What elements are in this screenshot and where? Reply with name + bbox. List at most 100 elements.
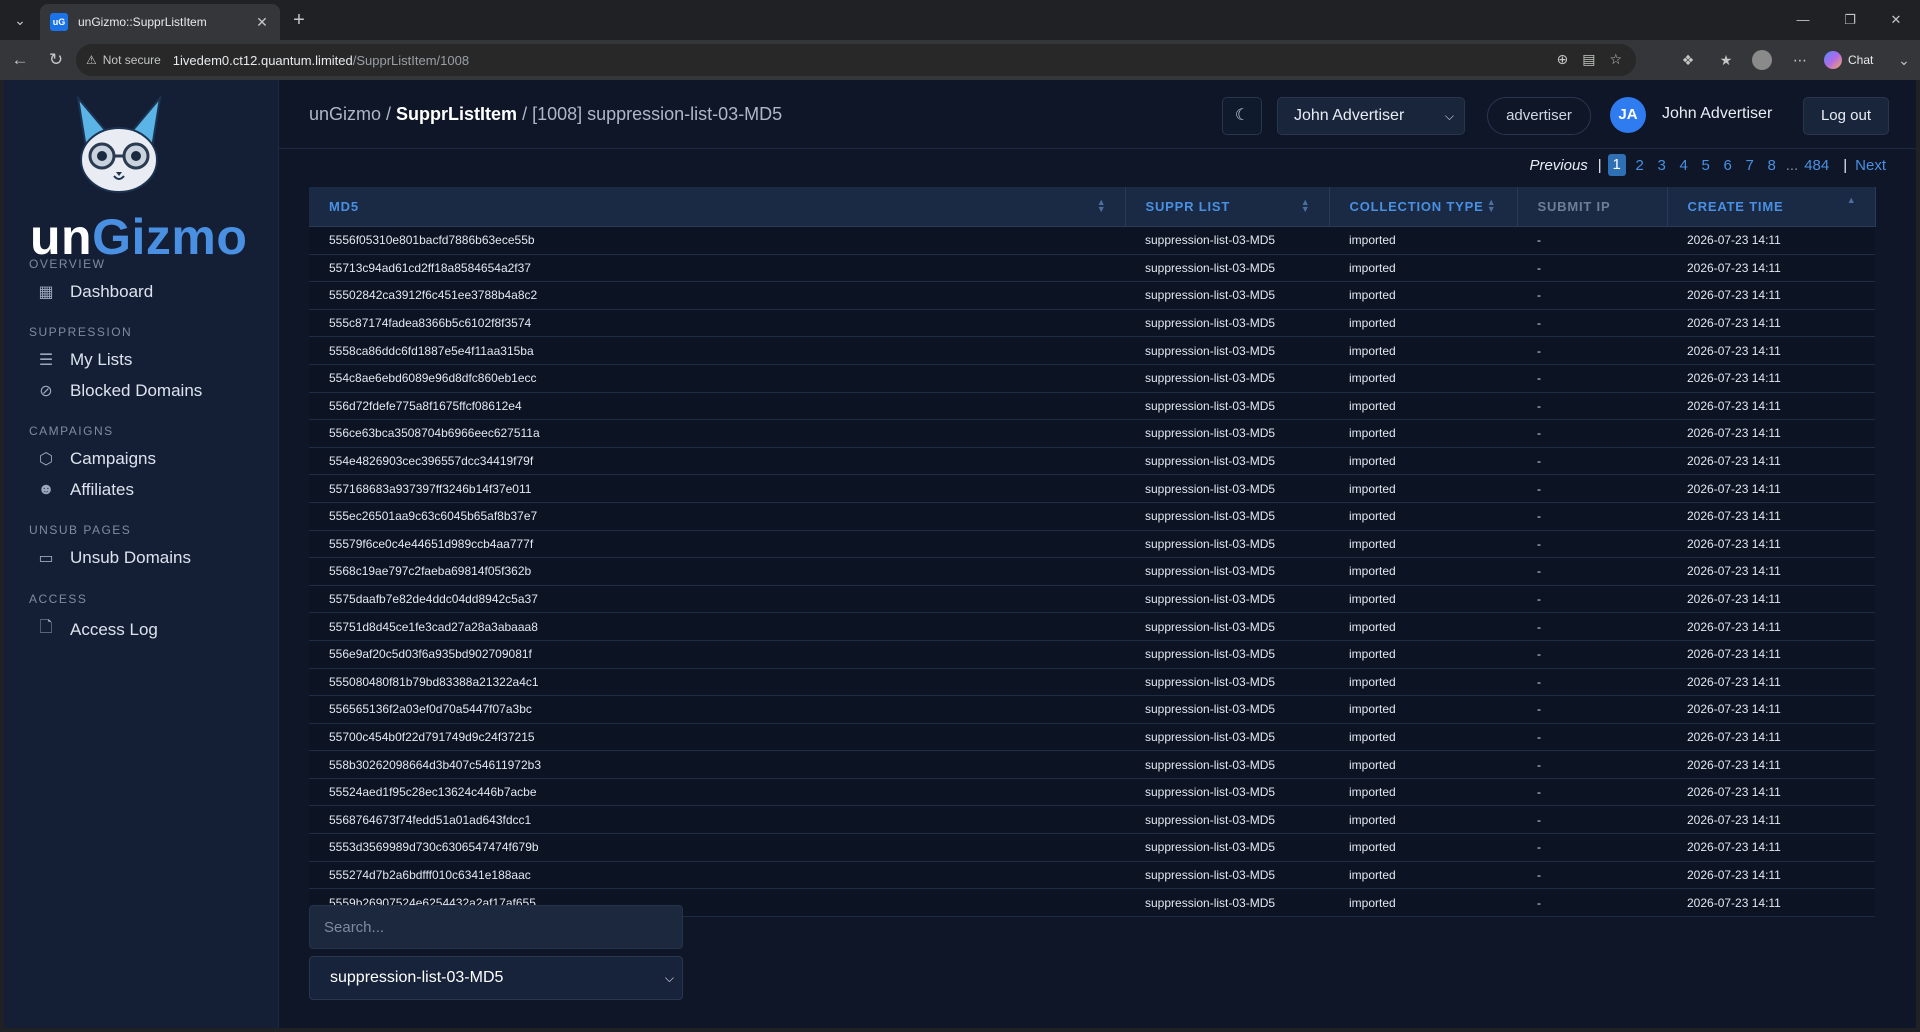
table-row[interactable]: 555080480f81b79bd83388a21322a4c1 suppress…: [309, 668, 1875, 697]
warning-icon: ⚠: [86, 53, 97, 67]
pagination-previous[interactable]: Previous: [1529, 157, 1587, 174]
logout-button[interactable]: Log out: [1803, 97, 1889, 135]
table-row[interactable]: 554e4826903cec396557dcc34419f79f suppress…: [309, 447, 1875, 476]
cell-collection-type: imported: [1329, 723, 1517, 752]
pagination-page[interactable]: 7: [1742, 157, 1758, 174]
cell-collection-type: imported: [1329, 861, 1517, 890]
table-row[interactable]: 5568764673f74fedd51a01ad643fdcc1 suppress…: [309, 805, 1875, 835]
cell-suppr-list: suppression-list-03-MD5: [1125, 392, 1329, 421]
table-row[interactable]: 5558ca86ddc6fd1887e5e4f11aa315ba suppress…: [309, 336, 1875, 365]
list-select-value: suppression-list-03-MD5: [330, 969, 504, 986]
table-row[interactable]: 554c8ae6ebd6089e96d8dfc860eb1ecc suppress…: [309, 364, 1875, 393]
table-row[interactable]: 5556f05310e801bacfd7886b63ece55b suppress…: [309, 226, 1875, 255]
reload-icon[interactable]: ↻: [44, 48, 68, 72]
sidebar-item-access-log[interactable]: 🗋 Access Log: [36, 616, 158, 643]
restore-icon[interactable]: ❐: [1830, 8, 1870, 32]
avatar[interactable]: JA: [1610, 97, 1646, 133]
grid-icon: ▦: [38, 284, 54, 301]
table-row[interactable]: 555ec26501aa9c63c6045b65af8b37e7 suppress…: [309, 502, 1875, 531]
profile-avatar[interactable]: [1752, 50, 1772, 70]
cell-collection-type: imported: [1329, 530, 1517, 559]
pagination-page-last[interactable]: 484: [1804, 157, 1829, 174]
column-header-collection-type[interactable]: COLLECTION TYPE ▲ ▼: [1329, 187, 1518, 227]
pagination-page[interactable]: 3: [1654, 157, 1670, 174]
zoom-icon[interactable]: ⊕: [1556, 51, 1568, 68]
cell-suppr-list: suppression-list-03-MD5: [1125, 861, 1329, 890]
column-header-suppr-list[interactable]: SUPPR LIST ▲ ▼: [1125, 187, 1330, 227]
cell-md5: 55502842ca3912f6c451ee3788b4a8c2: [309, 281, 1125, 310]
cell-submit-ip: -: [1517, 254, 1667, 283]
table-row[interactable]: 557168683a937397ff3246b14f37e011 suppress…: [309, 474, 1875, 503]
table-row[interactable]: 55700c454b0f22d791749d9c24f37215 suppress…: [309, 723, 1875, 752]
search-input[interactable]: [309, 905, 683, 949]
cell-md5: 555ec26501aa9c63c6045b65af8b37e7: [309, 502, 1125, 531]
table-row[interactable]: 556565136f2a03ef0d70a5447f07a3bc suppress…: [309, 695, 1875, 724]
table-row[interactable]: 55502842ca3912f6c451ee3788b4a8c2 suppress…: [309, 281, 1875, 310]
reader-icon[interactable]: ▤: [1582, 51, 1595, 68]
more-menu-icon[interactable]: ⋯: [1790, 50, 1810, 70]
sidebar-item-affiliates[interactable]: ☻ Affiliates: [36, 480, 134, 500]
suppression-list-select[interactable]: suppression-list-03-MD5 ⌵: [309, 956, 683, 1000]
url-host: 1ivedem0.ct12.quantum.limited: [172, 52, 353, 68]
url-text: 1ivedem0.ct12.quantum.limited/SupprListI…: [173, 53, 469, 68]
sidebar-item-label: Dashboard: [70, 282, 154, 301]
table-row[interactable]: 556d72fdefe775a8f1675ffcf08612e4 suppress…: [309, 392, 1875, 421]
table-row[interactable]: 55524aed1f95c28ec13624c446b7acbe suppress…: [309, 778, 1875, 807]
cell-suppr-list: suppression-list-03-MD5: [1125, 254, 1329, 283]
pagination-page[interactable]: 1: [1607, 154, 1626, 176]
sidebar-item-dashboard[interactable]: ▦ Dashboard: [36, 282, 153, 302]
pagination-page[interactable]: 4: [1676, 157, 1692, 174]
table-row[interactable]: 5568c19ae797c2faeba69814f05f362b suppress…: [309, 557, 1875, 586]
browser-toolbar: ← ↻ ⚠ Not secure 1ivedem0.ct12.quantum.l…: [0, 40, 1920, 80]
sidebar-item-unsub-domains[interactable]: ▭ Unsub Domains: [36, 548, 191, 568]
theme-toggle-moon-icon[interactable]: ☾: [1222, 97, 1262, 135]
table-row[interactable]: 55751d8d45ce1fe3cad27a28a3abaaa8 suppress…: [309, 612, 1875, 641]
pagination-page[interactable]: 5: [1698, 157, 1714, 174]
breadcrumb-root[interactable]: unGizmo: [309, 104, 381, 124]
cell-collection-type: imported: [1329, 309, 1517, 338]
cell-submit-ip: -: [1517, 309, 1667, 338]
table-row[interactable]: 558b30262098664d3b407c54611972b3 suppress…: [309, 750, 1875, 779]
app-root: unGizmo OVERVIEW ▦ Dashboard SUPPRESSION…: [4, 80, 1916, 1028]
window-close-icon[interactable]: ✕: [1876, 8, 1916, 32]
pagination-page[interactable]: 6: [1720, 157, 1736, 174]
table-row[interactable]: 556ce63bca3508704b6966eec627511a suppress…: [309, 419, 1875, 448]
breadcrumb-model[interactable]: SupprListItem: [396, 104, 517, 124]
hexagon-icon: ⬡: [39, 451, 53, 468]
chat-button[interactable]: Chat: [1824, 48, 1894, 72]
bookmark-star-icon[interactable]: ☆: [1609, 51, 1622, 68]
table-row[interactable]: 555c87174fadea8366b5c6102f8f3574 suppress…: [309, 309, 1875, 338]
back-icon[interactable]: ←: [8, 48, 32, 72]
sidebar-item-blocked-domains[interactable]: ⊘ Blocked Domains: [36, 381, 202, 401]
tab-close-icon[interactable]: ✕: [252, 12, 272, 32]
top-header: unGizmo / SupprListItem / [1008] suppres…: [279, 80, 1916, 149]
table-row[interactable]: 556e9af20c5d03f6a935bd902709081f suppress…: [309, 640, 1875, 669]
sidebar-item-my-lists[interactable]: ☰ My Lists: [36, 350, 133, 370]
tab-search-icon[interactable]: ⌄: [6, 8, 34, 32]
breadcrumb-separator: /: [381, 104, 397, 124]
column-header-md5[interactable]: MD5 ▲ ▼: [309, 187, 1126, 227]
table-row[interactable]: 55713c94ad61cd2ff18a8584654a2f37 suppress…: [309, 254, 1875, 283]
pagination-page[interactable]: 2: [1632, 157, 1648, 174]
minimize-icon[interactable]: —: [1783, 8, 1823, 32]
cell-submit-ip: -: [1517, 805, 1667, 835]
sidebar-item-campaigns[interactable]: ⬡ Campaigns: [36, 449, 156, 469]
browser-tab[interactable]: uG unGizmo::SupprListItem ✕: [40, 4, 280, 40]
table-row[interactable]: 5553d3569989d730c6306547474f679b suppress…: [309, 833, 1875, 862]
chat-dropdown-icon[interactable]: ⌄: [1894, 50, 1914, 70]
table-row[interactable]: 55579f6ce0c4e44651d989ccb4aa777f suppress…: [309, 530, 1875, 559]
user-select-dropdown[interactable]: John Advertiser ⌵: [1277, 97, 1465, 135]
table-row[interactable]: 555274d7b2a6bdfff010c6341e188aac suppress…: [309, 861, 1875, 890]
favorites-icon[interactable]: ★: [1716, 50, 1736, 70]
pagination-next[interactable]: Next: [1855, 157, 1886, 174]
new-tab-icon[interactable]: +: [286, 9, 312, 31]
column-header-create-time[interactable]: CREATE TIME ▲: [1667, 187, 1876, 227]
cell-suppr-list: suppression-list-03-MD5: [1125, 888, 1329, 917]
table-row[interactable]: 5575daafb7e82de4ddc04dd8942c5a37 suppress…: [309, 585, 1875, 614]
pagination-page[interactable]: 8: [1764, 157, 1780, 174]
address-bar[interactable]: ⚠ Not secure 1ivedem0.ct12.quantum.limit…: [76, 44, 1636, 76]
cell-create-time: 2026-07-23 14:11: [1667, 502, 1875, 531]
username-label: John Advertiser: [1662, 105, 1773, 122]
extensions-icon[interactable]: ❖: [1678, 50, 1698, 70]
chevron-down-icon: ⌵: [1444, 108, 1454, 123]
